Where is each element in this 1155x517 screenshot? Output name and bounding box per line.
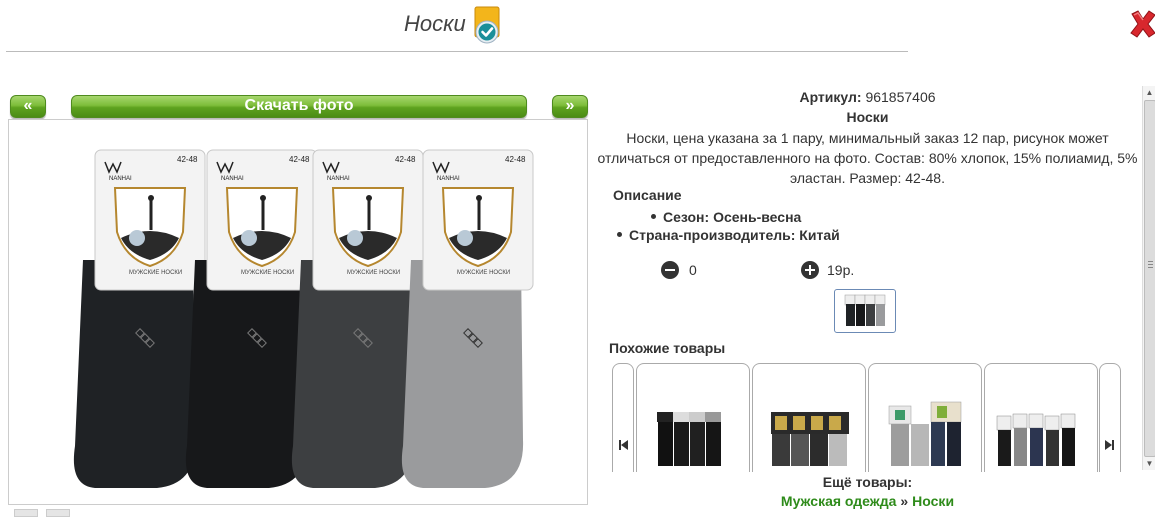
scrollbar-thumb[interactable]	[1144, 100, 1155, 457]
product-thumbnail	[657, 412, 721, 466]
brand-text: NANHAI	[221, 176, 244, 182]
size-text: 42-48	[177, 155, 198, 164]
caption-text: МУЖСКИЕ НОСКИ	[241, 270, 294, 276]
description-line: отличаться от предоставленного на фото. …	[597, 150, 1138, 166]
similar-products-heading: Похожие товары	[609, 340, 726, 356]
description-heading: Описание	[613, 187, 682, 203]
price-value: 19р.	[827, 262, 855, 278]
check-badge-icon	[472, 6, 502, 46]
close-icon[interactable]	[1128, 8, 1155, 40]
package-figure-head	[366, 195, 372, 201]
caption-text: МУЖСКИЕ НОСКИ	[347, 270, 400, 276]
product-thumbnail	[771, 412, 849, 466]
package-ball	[241, 230, 257, 246]
sock	[291, 260, 414, 488]
similar-product-item[interactable]	[636, 363, 750, 472]
grip-icon	[1148, 261, 1153, 269]
breadcrumb-link-mens-clothing[interactable]: Мужская одежда	[781, 493, 896, 509]
article-line: Артикул: 961857406	[590, 89, 1145, 105]
prev-photo-button[interactable]: «	[10, 95, 46, 118]
sock	[73, 260, 196, 488]
package-figure-head	[476, 195, 482, 201]
scroll-up-arrow-icon[interactable]: ▲	[1143, 86, 1155, 99]
gallery-dot[interactable]	[46, 509, 70, 517]
package-ball	[457, 230, 473, 246]
package-ball	[129, 230, 145, 246]
minus-icon[interactable]	[661, 261, 679, 279]
photo-thumbnail[interactable]	[834, 289, 896, 333]
breadcrumb-separator: »	[900, 493, 909, 509]
gallery-dot[interactable]	[14, 509, 38, 517]
plus-icon[interactable]	[801, 261, 819, 279]
package-figure-head	[260, 195, 266, 201]
brand-text: NANHAI	[109, 176, 132, 182]
page-title: Носки	[404, 11, 466, 36]
sock	[185, 260, 308, 488]
vertical-scrollbar[interactable]: ▲ ▼	[1142, 86, 1155, 470]
description-line: Носки, цена указана за 1 пару, минимальн…	[626, 130, 1109, 146]
description-line: эластан. Размер: 42-48.	[790, 170, 945, 186]
skip-prev-icon	[619, 440, 628, 450]
header-divider	[6, 51, 908, 52]
next-photo-button[interactable]: »	[552, 95, 588, 118]
product-name: Носки	[846, 109, 889, 125]
size-text: 42-48	[505, 155, 526, 164]
bullet-icon	[651, 213, 656, 219]
product-thumbnail	[996, 413, 1076, 466]
size-text: 42-48	[395, 155, 416, 164]
brand-text: NANHAI	[327, 176, 350, 182]
caption-text: МУЖСКИЕ НОСКИ	[457, 270, 510, 276]
caption-text: МУЖСКИЕ НОСКИ	[129, 270, 182, 276]
skip-next-icon	[1105, 440, 1114, 450]
spec-country: Страна-производитель: Китай	[629, 227, 840, 243]
more-products-heading: Ещё товары:	[822, 474, 913, 490]
spec-item: Страна-производитель: Китай	[617, 227, 840, 243]
similar-product-item[interactable]	[752, 363, 866, 472]
scroll-down-arrow-icon[interactable]: ▼	[1143, 457, 1155, 470]
spec-season: Сезон: Осень-весна	[663, 209, 802, 225]
similar-product-item[interactable]	[984, 363, 1098, 472]
similar-product-item[interactable]	[868, 363, 982, 472]
quantity-value: 0	[689, 262, 697, 278]
spec-item: Сезон: Осень-весна	[651, 209, 801, 225]
package-figure-head	[148, 195, 154, 201]
brand-text: NANHAI	[437, 176, 460, 182]
breadcrumb: Мужская одежда» Носки	[590, 493, 1145, 509]
package-ball	[347, 230, 363, 246]
article-label: Артикул:	[799, 89, 862, 105]
breadcrumb-link-socks[interactable]: Носки	[912, 493, 954, 509]
bullet-icon	[617, 231, 622, 237]
product-photo[interactable]: NANHAI 42-48 МУЖСКИЕ НОСКИ NANHAI 42-48 МУЖСК…	[8, 119, 588, 505]
download-photo-button[interactable]: Скачать фото	[71, 95, 527, 118]
size-text: 42-48	[289, 155, 310, 164]
carousel-next-button[interactable]	[1099, 363, 1121, 472]
article-value: 961857406	[865, 89, 936, 105]
carousel-prev-button[interactable]	[612, 363, 634, 472]
product-thumbnail	[888, 401, 962, 466]
sock	[401, 260, 524, 488]
product-description: Носки, цена указана за 1 пару, минимальн…	[590, 128, 1145, 188]
